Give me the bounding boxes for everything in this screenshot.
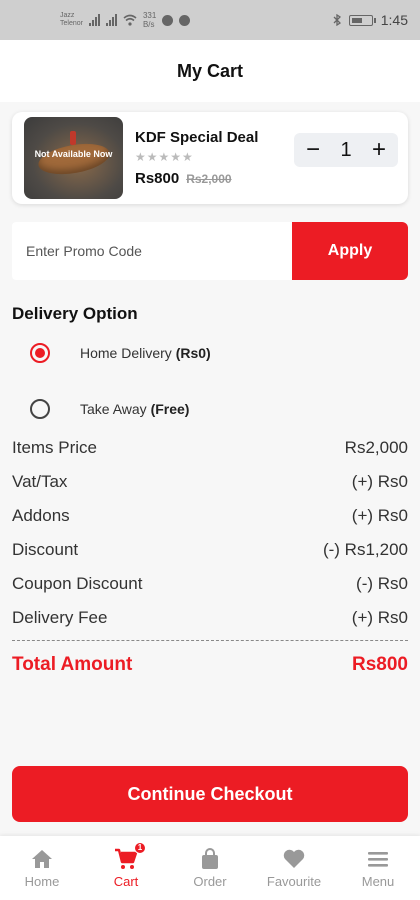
- summary-row-items-price: Items Price Rs2,000: [12, 438, 408, 458]
- wifi-icon: [123, 14, 137, 26]
- nav-item-menu[interactable]: Menu: [336, 836, 420, 900]
- summary-label: Discount: [12, 540, 79, 559]
- total-amount-row: Total Amount Rs800: [12, 654, 408, 676]
- carrier-2: Telenor: [60, 20, 83, 27]
- item-old-price: Rs2,000: [186, 172, 232, 186]
- nav-item-cart[interactable]: 1 Cart: [84, 836, 168, 900]
- nav-label: Favourite: [266, 873, 322, 889]
- carrier-names: Jazz Telenor: [60, 12, 83, 28]
- item-price: Rs800: [135, 170, 180, 187]
- summary-row-vat-tax: Vat/Tax (+) Rs0: [12, 472, 408, 492]
- nav-item-favourite[interactable]: Favourite: [252, 836, 336, 900]
- cart-count-badge: 1: [134, 841, 146, 854]
- nav-label: Home: [24, 873, 60, 889]
- summary-value: Rs2,000: [344, 438, 408, 457]
- delivery-option-title: Delivery Option: [12, 304, 138, 323]
- summary-value: (-) Rs0: [356, 574, 408, 593]
- take-away-price: (Free): [150, 401, 190, 417]
- availability-overlay: Not Available Now: [34, 149, 113, 159]
- cart-item-card[interactable]: Not Available Now KDF Special Deal ★★★★★…: [12, 112, 408, 204]
- bottle-shape: [70, 131, 76, 145]
- apply-promo-button[interactable]: Apply: [292, 222, 408, 280]
- nav-label: Order: [193, 873, 227, 889]
- menu-icon: [366, 848, 390, 870]
- cart-icon: 1: [114, 841, 146, 870]
- quantity-value: 1: [340, 138, 352, 161]
- radio-take-away[interactable]: [30, 399, 50, 419]
- summary-value: (-) Rs1,200: [322, 540, 408, 559]
- app-notification-icon: [162, 14, 174, 26]
- signal-icon: [88, 14, 100, 26]
- home-icon: [30, 848, 54, 870]
- speed-unit: B/s: [142, 20, 155, 29]
- take-away-label: Take Away (Free): [80, 401, 189, 417]
- home-delivery-text: Home Delivery: [80, 345, 172, 361]
- summary-row-coupon-discount: Coupon Discount (-) Rs0: [12, 574, 408, 594]
- quantity-stepper: − 1 +: [294, 133, 398, 167]
- take-away-text: Take Away: [80, 401, 147, 417]
- home-delivery-price: (Rs0): [175, 345, 211, 361]
- item-info: KDF Special Deal ★★★★★ Rs800 Rs2,000: [135, 129, 294, 187]
- continue-checkout-button[interactable]: Continue Checkout: [12, 766, 408, 822]
- status-left: Jazz Telenor 331 B/s: [60, 11, 191, 29]
- status-bar: Jazz Telenor 331 B/s 1:45: [0, 0, 420, 40]
- bread-shape: [36, 138, 112, 180]
- nav-item-home[interactable]: Home: [0, 836, 84, 900]
- increase-quantity-button[interactable]: +: [372, 138, 386, 162]
- summary-value: (+) Rs0: [351, 472, 408, 491]
- product-image: Not Available Now: [24, 117, 123, 199]
- summary-value: (+) Rs0: [351, 608, 408, 627]
- decrease-quantity-button[interactable]: −: [306, 138, 320, 162]
- summary-divider: [12, 640, 408, 641]
- summary-label: Items Price: [12, 438, 98, 457]
- signal-icon-2: [105, 14, 117, 26]
- bottom-nav: Home 1 Cart Order Favourite Menu: [0, 836, 420, 900]
- summary-label: Vat/Tax: [12, 472, 68, 491]
- delivery-option-home[interactable]: Home Delivery (Rs0): [30, 343, 211, 363]
- summary-row-delivery-fee: Delivery Fee (+) Rs0: [12, 608, 408, 628]
- summary-label: Coupon Discount: [12, 574, 143, 593]
- summary-value: (+) Rs0: [351, 506, 408, 525]
- battery-icon: [348, 14, 376, 26]
- nav-label: Menu: [361, 873, 395, 889]
- page-title: My Cart: [176, 60, 243, 81]
- promo-code-input[interactable]: [12, 222, 292, 280]
- bag-icon: [199, 847, 221, 870]
- nav-item-order[interactable]: Order: [168, 836, 252, 900]
- total-value: Rs800: [352, 654, 408, 675]
- delivery-option-takeaway[interactable]: Take Away (Free): [30, 399, 189, 419]
- summary-row-addons: Addons (+) Rs0: [12, 506, 408, 526]
- promo-code-row: Apply: [12, 222, 408, 280]
- total-label: Total Amount: [12, 654, 133, 675]
- speed-value: 331: [142, 11, 157, 20]
- heart-icon: [282, 848, 306, 870]
- summary-label: Delivery Fee: [12, 608, 108, 627]
- summary-row-discount: Discount (-) Rs1,200: [12, 540, 408, 560]
- home-delivery-label: Home Delivery (Rs0): [80, 345, 211, 361]
- item-name: KDF Special Deal: [135, 129, 259, 146]
- whatsapp-icon: [179, 14, 191, 26]
- summary-label: Addons: [12, 506, 70, 525]
- network-speed: 331 B/s: [143, 11, 156, 29]
- app-header: My Cart: [0, 40, 420, 102]
- rating-stars: ★★★★★: [135, 150, 194, 164]
- radio-home-delivery[interactable]: [30, 343, 50, 363]
- carrier-1: Jazz: [60, 12, 75, 19]
- nav-label: Cart: [113, 873, 139, 889]
- status-time: 1:45: [380, 12, 408, 28]
- bluetooth-icon: [333, 14, 341, 26]
- status-right: 1:45: [333, 12, 408, 28]
- item-prices: Rs800 Rs2,000: [135, 170, 294, 187]
